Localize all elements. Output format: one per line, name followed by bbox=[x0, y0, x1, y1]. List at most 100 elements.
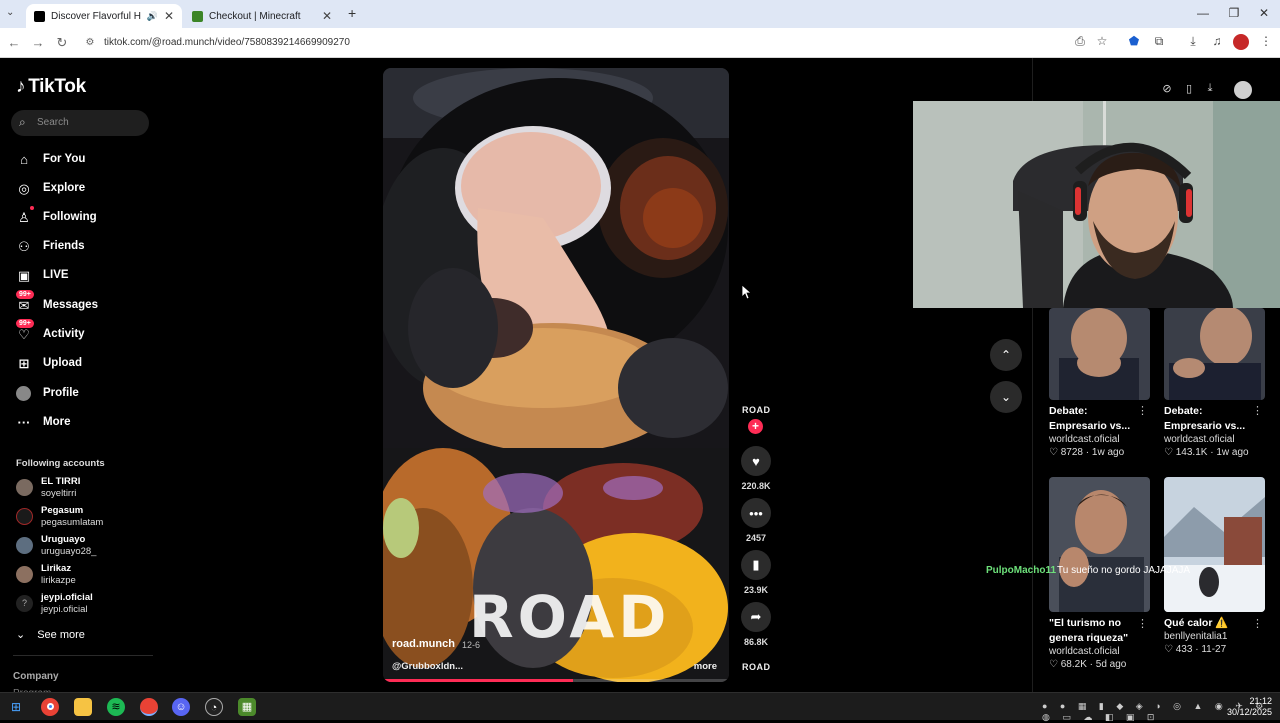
follow-plus-button[interactable]: + bbox=[748, 419, 763, 434]
speaker-icon[interactable]: 🔊 bbox=[147, 11, 158, 22]
windows-start-icon[interactable]: ⊞ bbox=[7, 698, 25, 716]
extensions-icon[interactable]: ⧉ bbox=[1151, 34, 1167, 50]
video-player[interactable]: ROAD road.munch 12-6 @Grubboxldn... more bbox=[383, 68, 729, 682]
recommendation-card[interactable]: ⋮ Debate: Empresario vs... worldcast.ofi… bbox=[1049, 308, 1150, 458]
creator-avatar[interactable]: ROAD bbox=[742, 405, 771, 415]
card-likes: 8728 bbox=[1060, 447, 1083, 458]
media-control-icon[interactable]: ♫ bbox=[1209, 34, 1225, 50]
caption-more-button[interactable]: more bbox=[694, 661, 717, 672]
chrome-active-icon[interactable] bbox=[140, 698, 158, 716]
card-menu-icon[interactable]: ⋮ bbox=[1252, 617, 1263, 630]
install-app-icon[interactable]: ⎙ bbox=[1072, 34, 1088, 50]
comment-icon: ••• bbox=[741, 498, 771, 528]
account-item[interactable]: EL TIRRI soyeltirri bbox=[16, 476, 156, 500]
bookmark-star-icon[interactable]: ☆ bbox=[1094, 34, 1110, 50]
video-caption[interactable]: @Grubboxldn... bbox=[392, 661, 463, 672]
new-tab-button[interactable]: + bbox=[348, 5, 356, 21]
video-thumbnail[interactable] bbox=[1049, 477, 1150, 612]
heart-outline-icon: ♡ bbox=[1049, 659, 1058, 670]
account-item[interactable]: Uruguayo uruguayo28_ bbox=[16, 534, 156, 558]
nav-live[interactable]: ▣ LIVE bbox=[16, 266, 156, 286]
nav-messages[interactable]: ✉ 99+ Messages bbox=[16, 290, 156, 316]
tab-minecraft[interactable]: Checkout | Minecraft ✕ bbox=[184, 4, 340, 28]
card-title-line1: Debate: bbox=[1164, 405, 1203, 417]
spotify-icon[interactable]: ≋ bbox=[107, 698, 125, 716]
video-thumbnail[interactable] bbox=[1164, 477, 1265, 612]
user-avatar[interactable] bbox=[1234, 81, 1252, 99]
card-menu-icon[interactable]: ⋮ bbox=[1137, 404, 1148, 417]
restore-icon[interactable]: ❐ bbox=[1224, 6, 1244, 20]
messages-badge: 99+ bbox=[16, 290, 34, 299]
recommendation-card[interactable]: ⋮ Debate: Empresario vs... worldcast.ofi… bbox=[1164, 308, 1265, 458]
chevron-down-icon: ⌄ bbox=[16, 629, 26, 641]
obs-icon[interactable]: ◔ bbox=[205, 698, 223, 716]
tab-close-icon[interactable]: ✕ bbox=[164, 9, 174, 23]
nav-friends[interactable]: ⚇ Friends bbox=[16, 237, 156, 257]
profile-avatar-icon[interactable] bbox=[1233, 34, 1249, 50]
account-handle: uruguayo28_ bbox=[41, 546, 97, 557]
download-icon[interactable]: ⤓ bbox=[1185, 34, 1201, 50]
search-input[interactable]: ⌕ Search bbox=[11, 110, 149, 136]
account-item[interactable]: Lirikaz lirikazpe bbox=[16, 563, 156, 587]
sound-disc[interactable]: ROAD bbox=[742, 662, 771, 672]
account-item[interactable]: Pegasum pegasumlatam bbox=[16, 505, 156, 529]
reload-icon[interactable]: ↻ bbox=[54, 35, 70, 51]
nav-label: Following bbox=[43, 211, 97, 223]
window-close-icon[interactable]: ✕ bbox=[1254, 6, 1274, 20]
nav-explore[interactable]: ◎ Explore bbox=[16, 179, 156, 199]
avatar bbox=[16, 537, 33, 554]
save-action[interactable]: ▮ 23.9K bbox=[739, 550, 773, 595]
card-menu-icon[interactable]: ⋮ bbox=[1137, 617, 1148, 630]
forward-icon[interactable]: → bbox=[30, 35, 46, 50]
nav-for-you[interactable]: ⌂ For You bbox=[16, 150, 156, 170]
previous-video-button[interactable]: ⌃ bbox=[990, 339, 1022, 371]
card-author[interactable]: worldcast.oficial bbox=[1049, 646, 1150, 657]
tab-list-chevron-icon[interactable]: ⌄ bbox=[6, 7, 14, 18]
nav-profile[interactable]: Profile bbox=[16, 384, 156, 404]
nav-label: Explore bbox=[43, 182, 86, 194]
nav-more[interactable]: ··· More bbox=[16, 413, 156, 433]
minimize-icon[interactable]: — bbox=[1193, 6, 1213, 20]
download-icon[interactable]: ⤓ bbox=[1202, 82, 1218, 98]
tiktok-logo[interactable]: ♪ TikTok bbox=[16, 76, 86, 98]
card-author[interactable]: benllyenitalia1 bbox=[1164, 631, 1265, 642]
chrome-icon[interactable] bbox=[41, 698, 59, 716]
following-icon: ♙ bbox=[18, 210, 30, 225]
share-count: 86.8K bbox=[743, 637, 769, 647]
like-action[interactable]: ♥ 220.8K bbox=[739, 446, 773, 491]
video-thumbnail[interactable] bbox=[1164, 308, 1265, 400]
card-author[interactable]: worldcast.oficial bbox=[1049, 434, 1150, 445]
nav-label: Messages bbox=[43, 299, 98, 311]
site-info-icon[interactable]: ⚙ bbox=[82, 37, 98, 48]
taskbar-clock[interactable]: 21:12 30/12/2025 bbox=[1227, 696, 1272, 718]
mouse-cursor-icon bbox=[742, 285, 752, 299]
video-thumbnail[interactable] bbox=[1049, 308, 1150, 400]
company-link[interactable]: Company bbox=[13, 671, 59, 682]
chat-overlay-user: PulpoMacho11 bbox=[986, 565, 1057, 576]
phone-icon[interactable]: ▯ bbox=[1181, 82, 1197, 98]
nav-label: More bbox=[43, 416, 71, 428]
video-progress-bar[interactable] bbox=[383, 679, 729, 682]
tab-close-icon[interactable]: ✕ bbox=[322, 9, 332, 23]
video-author[interactable]: road.munch bbox=[392, 638, 455, 650]
tab-tiktok[interactable]: Discover Flavorful Halal Stre 🔊 ✕ bbox=[26, 4, 182, 28]
card-author[interactable]: worldcast.oficial bbox=[1164, 434, 1265, 445]
shield-extension-icon[interactable]: ⬟ bbox=[1126, 34, 1142, 50]
discord-icon[interactable]: ☺ bbox=[172, 698, 190, 716]
card-menu-icon[interactable]: ⋮ bbox=[1252, 404, 1263, 417]
account-item[interactable]: ? jeypi.oficial jeypi.oficial bbox=[16, 592, 156, 616]
nav-following[interactable]: ♙ Following bbox=[16, 206, 156, 228]
minecraft-icon[interactable]: ▦ bbox=[238, 698, 256, 716]
menu-kebab-icon[interactable]: ⋮ bbox=[1258, 34, 1274, 50]
file-explorer-icon[interactable] bbox=[74, 698, 92, 716]
heart-icon: ♥ bbox=[741, 446, 771, 476]
compass-icon[interactable]: ⊘ bbox=[1159, 82, 1175, 98]
comment-action[interactable]: ••• 2457 bbox=[739, 498, 773, 543]
url-field[interactable]: tiktok.com/@road.munch/video/75808392146… bbox=[104, 37, 350, 48]
see-more-button[interactable]: ⌄ See more bbox=[16, 628, 85, 641]
nav-upload[interactable]: ⊞ Upload bbox=[16, 354, 156, 374]
back-icon[interactable]: ← bbox=[6, 35, 22, 50]
share-action[interactable]: ➦ 86.8K bbox=[739, 602, 773, 647]
nav-activity[interactable]: ♡ 99+ Activity bbox=[16, 319, 156, 345]
next-video-button[interactable]: ⌄ bbox=[990, 381, 1022, 413]
